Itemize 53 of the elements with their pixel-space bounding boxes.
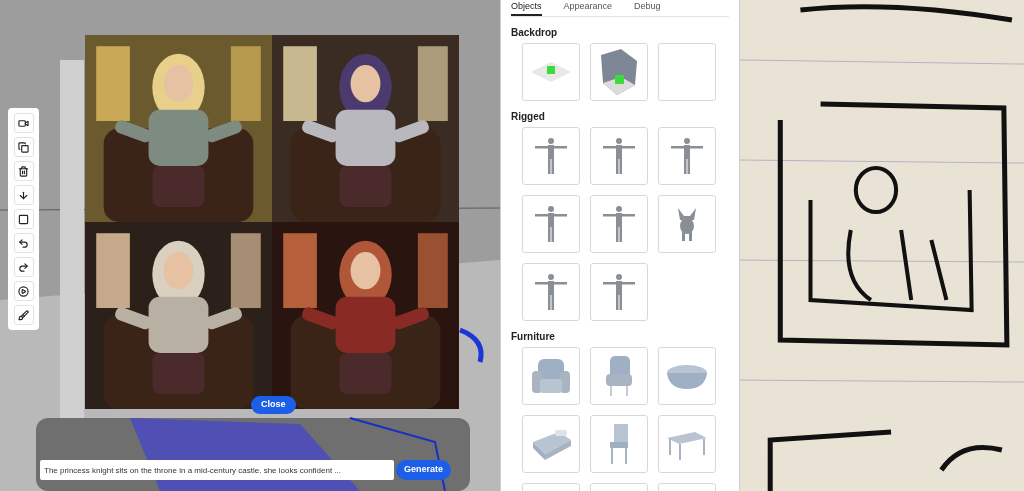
section-heading: Rigged — [511, 110, 546, 124]
prompt-field[interactable]: The princess knight sits on the throne in a mid-century castle. she looks confident ... — [40, 460, 394, 480]
object-tile[interactable] — [590, 43, 648, 101]
trash-icon — [18, 165, 29, 177]
tab[interactable]: Appearance — [563, 0, 613, 16]
play-icon — [18, 285, 29, 297]
undo-icon — [18, 237, 29, 249]
toolbar-button[interactable] — [13, 305, 34, 325]
toolbar-button[interactable] — [13, 113, 34, 133]
generate-button[interactable]: Generate — [396, 460, 452, 480]
copy-icon — [18, 141, 29, 153]
toolbar-button[interactable] — [13, 257, 34, 277]
tab[interactable]: Debug — [634, 0, 661, 16]
section-heading: Furniture — [511, 330, 556, 344]
toolbar-button[interactable] — [13, 185, 34, 205]
object-tile[interactable] — [522, 127, 580, 185]
figure-icon — [601, 204, 637, 244]
object-tile[interactable] — [658, 127, 716, 185]
object-tile[interactable] — [522, 43, 580, 101]
toolbar-button[interactable] — [13, 209, 34, 229]
object-tile[interactable] — [658, 415, 716, 473]
brush-icon — [18, 309, 29, 321]
object-tile[interactable] — [522, 347, 580, 405]
toolbar-button[interactable] — [13, 281, 34, 301]
object-tile[interactable] — [658, 43, 716, 101]
tab[interactable]: Objects — [511, 0, 542, 16]
camera-icon — [18, 117, 29, 129]
arrow-down-icon — [18, 189, 29, 201]
object-tile[interactable] — [658, 347, 716, 405]
square-icon — [18, 213, 29, 225]
object-tile[interactable] — [590, 347, 648, 405]
object-tile[interactable] — [522, 195, 580, 253]
object-tile[interactable] — [590, 415, 648, 473]
object-tile[interactable] — [590, 263, 648, 321]
object-tile[interactable] — [658, 195, 716, 253]
floor-cube-icon — [531, 60, 571, 84]
toolbar-button[interactable] — [13, 233, 34, 253]
toolbar-button[interactable] — [13, 161, 34, 181]
figure-icon — [533, 136, 569, 176]
figure-icon — [669, 136, 705, 176]
close-button[interactable]: Close — [251, 396, 296, 414]
figure-icon — [601, 136, 637, 176]
object-tile[interactable] — [590, 195, 648, 253]
section-heading: Backdrop — [511, 26, 559, 40]
object-tile[interactable] — [522, 263, 580, 321]
figure-icon — [601, 272, 637, 312]
object-tile[interactable] — [590, 127, 648, 185]
figure-icon — [533, 204, 569, 244]
toolbar-button[interactable] — [13, 137, 34, 157]
rig-curve — [459, 327, 484, 363]
object-tile[interactable] — [522, 415, 580, 473]
figure-icon — [533, 272, 569, 312]
redo-icon — [18, 261, 29, 273]
